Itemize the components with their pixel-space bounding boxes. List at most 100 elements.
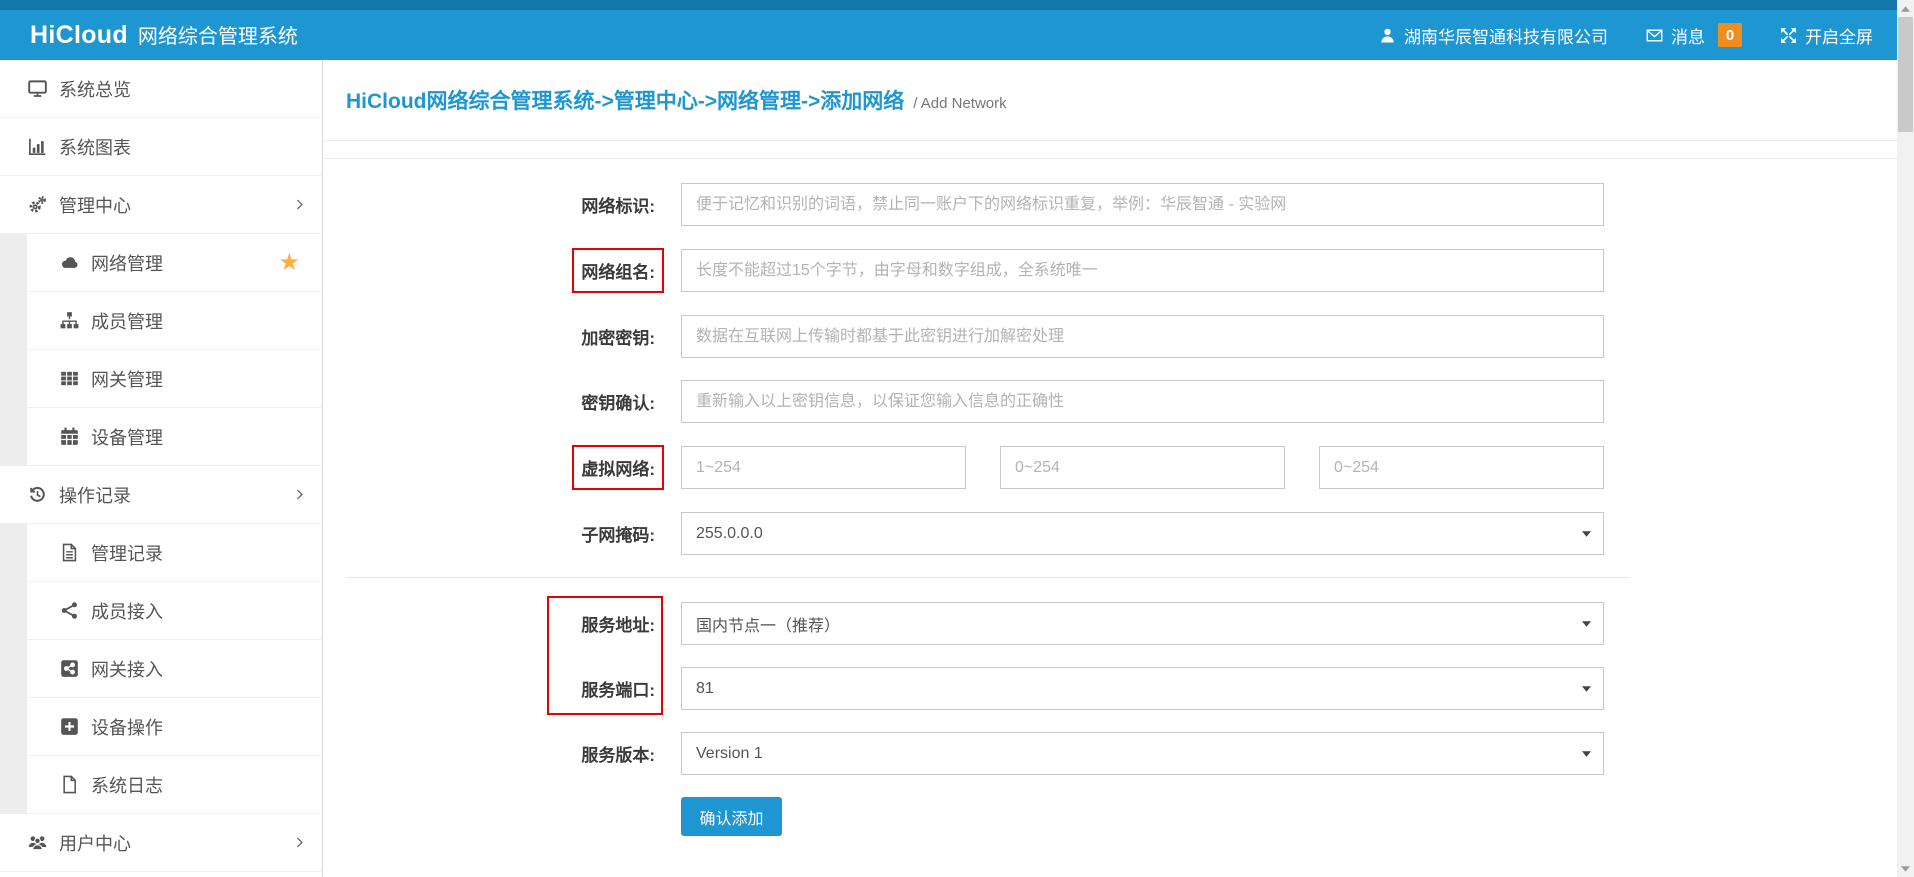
sidebar-item-13[interactable]: 系统日志 [0, 756, 322, 814]
network-id-input[interactable] [681, 183, 1604, 226]
select-value: Version 1 [696, 745, 763, 763]
field-label: 服务版本: [324, 732, 681, 775]
subnet-mask-select[interactable]: 255.0.0.0 [681, 512, 1604, 555]
field-control: 81 [681, 667, 1604, 710]
field-label-text: 子网掩码: [581, 521, 655, 546]
sidebar-item-7[interactable]: 设备管理 [0, 408, 322, 466]
scrollbar-thumb[interactable] [1898, 17, 1913, 132]
field-control: 255.0.0.0 [681, 512, 1604, 555]
field-label: 服务端口: [324, 667, 681, 710]
key-confirm-input[interactable] [681, 380, 1604, 423]
form-row-service-version: 服务版本: Version 1 [324, 732, 1897, 775]
confirm-add-button[interactable]: 确认添加 [681, 797, 782, 836]
monitor-icon [28, 79, 59, 98]
sidebar-item-6[interactable]: 网关管理 [0, 350, 322, 408]
field-control [681, 380, 1604, 423]
breadcrumb-path: HiCloud网络综合管理系统->管理中心->网络管理->添加网络 [346, 85, 904, 115]
chevron-right-icon [293, 836, 306, 849]
company-name: 湖南华辰智通科技有限公司 [1404, 23, 1608, 48]
select-value: 81 [696, 680, 714, 698]
main-content: HiCloud网络综合管理系统->管理中心->网络管理->添加网络 / Add … [324, 60, 1897, 877]
form-row-subnet-mask: 子网掩码: 255.0.0.0 [324, 512, 1897, 555]
field-control: Version 1 [681, 732, 1604, 775]
add-network-form: 网络标识: 网络组名: 加密密钥: 密钥确认: 虚拟网络: 子网掩码: 255.0.0.0 服… [324, 158, 1897, 876]
form-row-service-address: 服务地址:国内节点一（推荐） [324, 602, 1897, 645]
field-control [681, 445, 1604, 490]
sidebar: 系统总览系统图表管理中心网络管理★成员管理网关管理设备管理操作记录管理记录成员接… [0, 60, 323, 877]
field-label: 密钥确认: [324, 380, 681, 423]
form-divider [346, 577, 1630, 578]
fullscreen-button[interactable]: 开启全屏 [1780, 23, 1873, 48]
sidebar-item-label: 管理中心 [59, 192, 131, 218]
field-label: 虚拟网络: [324, 445, 681, 490]
sidebar-item-14[interactable]: 用户中心 [0, 814, 322, 872]
sidebar-item-12[interactable]: 设备操作 [0, 698, 322, 756]
user-icon [1379, 27, 1396, 44]
field-label-text: 网络标识: [581, 192, 655, 217]
form-row-network-id: 网络标识: [324, 183, 1897, 226]
sidebar-item-label: 系统图表 [59, 134, 131, 160]
star-icon: ★ [278, 251, 300, 275]
caret-down-icon [1582, 621, 1591, 627]
messages-label: 消息 [1671, 23, 1705, 48]
caret-down-icon [1582, 531, 1591, 537]
users-icon [28, 833, 59, 852]
virtual-network-input-3[interactable] [1319, 446, 1604, 489]
scrollbar-down-button[interactable] [1897, 860, 1914, 877]
sidebar-item-1[interactable]: 系统总览 [0, 60, 322, 118]
sidebar-item-3[interactable]: 管理中心 [0, 176, 322, 234]
sidebar-item-label: 操作记录 [59, 482, 131, 508]
sidebar-menu: 系统总览系统图表管理中心网络管理★成员管理网关管理设备管理操作记录管理记录成员接… [0, 60, 322, 872]
fullscreen-label: 开启全屏 [1805, 23, 1873, 48]
field-label: 加密密钥: [324, 315, 681, 358]
sidebar-item-8[interactable]: 操作记录 [0, 466, 322, 524]
network-group-name-input[interactable] [681, 249, 1604, 292]
field-control [681, 315, 1604, 358]
scrollbar-track[interactable] [1897, 0, 1914, 877]
sidebar-item-11[interactable]: 网关接入 [0, 640, 322, 698]
service-port-select[interactable]: 81 [681, 667, 1604, 710]
top-bar-right: 湖南华辰智通科技有限公司 消息 0 开启全屏 [1379, 23, 1873, 48]
select-value: 255.0.0.0 [696, 525, 763, 543]
file-text-icon [60, 543, 91, 562]
virtual-network-input-2[interactable] [1000, 446, 1285, 489]
field-label-text: 密钥确认: [581, 389, 655, 414]
sidebar-item-label: 设备操作 [91, 714, 163, 740]
form-row-network-group-name: 网络组名: [324, 248, 1897, 293]
sidebar-item-label: 网关接入 [91, 656, 163, 682]
history-icon [28, 485, 59, 504]
sidebar-item-4[interactable]: 网络管理★ [0, 234, 322, 292]
encryption-key-input[interactable] [681, 315, 1604, 358]
form-row-service-port: 服务端口: 81 [324, 667, 1897, 710]
field-label-text: 加密密钥: [581, 324, 655, 349]
messages-menu[interactable]: 消息 0 [1646, 23, 1742, 48]
field-label: 网络组名: [324, 248, 681, 293]
brand-subtitle: 网络综合管理系统 [138, 20, 298, 49]
form-body: 网络标识: 网络组名: 加密密钥: 密钥确认: 虚拟网络: 子网掩码: 255.0.0.0 服… [324, 183, 1897, 775]
sidebar-item-5[interactable]: 成员管理 [0, 292, 322, 350]
share-icon [60, 601, 91, 620]
grid-icon [60, 369, 91, 388]
sidebar-item-2[interactable]: 系统图表 [0, 118, 322, 176]
expand-icon [1780, 27, 1797, 44]
sidebar-item-label: 网关管理 [91, 366, 163, 392]
service-version-select[interactable]: Version 1 [681, 732, 1604, 775]
field-control: 国内节点一（推荐） [681, 602, 1604, 645]
virtual-network-input-1[interactable] [681, 446, 966, 489]
share-square-icon [60, 659, 91, 678]
field-control [681, 248, 1604, 293]
field-label: 子网掩码: [324, 512, 681, 555]
caret-down-icon [1582, 686, 1591, 692]
page: { "colors": { "header_blue": "#1e96d2", … [0, 0, 1914, 877]
scrollbar-up-button[interactable] [1897, 0, 1914, 17]
sidebar-item-label: 系统日志 [91, 772, 163, 798]
service-address-select[interactable]: 国内节点一（推荐） [681, 602, 1604, 645]
form-row-key-confirm: 密钥确认: [324, 380, 1897, 423]
app-brand[interactable]: HiCloud 网络综合管理系统 [30, 20, 298, 50]
sidebar-item-9[interactable]: 管理记录 [0, 524, 322, 582]
form-row-encryption-key: 加密密钥: [324, 315, 1897, 358]
field-label-text: 服务版本: [581, 741, 655, 766]
sidebar-item-10[interactable]: 成员接入 [0, 582, 322, 640]
messages-badge: 0 [1718, 23, 1742, 47]
company-menu[interactable]: 湖南华辰智通科技有限公司 [1379, 23, 1608, 48]
